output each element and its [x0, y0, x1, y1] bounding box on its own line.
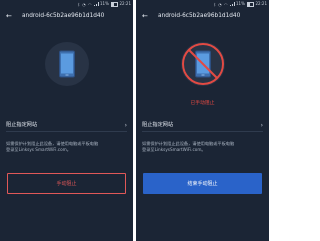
- end-manual-block-button[interactable]: 结束手动阻止: [143, 173, 262, 194]
- block-websites-row[interactable]: 阻止指定网站 ›: [6, 120, 127, 132]
- block-websites-row[interactable]: 阻止指定网站 ›: [142, 120, 263, 132]
- comparison-frame: ᛒ ◔ ◠ 11% 22:21 ← android-6c5b2ae96b1d1d…: [0, 0, 271, 241]
- battery-icon: [247, 1, 255, 7]
- bluetooth-icon: ᛒ: [213, 1, 216, 7]
- device-name-title: android-6c5b2ae96b1d1d40: [158, 13, 241, 19]
- status-time: 22:21: [119, 1, 131, 6]
- schedule-description: 如需保护计划阻止此设备，请使用电脑或平板电脑 登录至LinksysSmartWi…: [142, 141, 263, 153]
- back-arrow-icon[interactable]: ←: [6, 10, 12, 22]
- battery-icon: [111, 1, 119, 7]
- signal-icon: [93, 2, 99, 6]
- phone-icon: [45, 42, 89, 86]
- blocked-status-label: 已手动阻止: [190, 101, 215, 106]
- alarm-icon: ◔: [82, 1, 86, 7]
- schedule-description: 如需保护计划阻止此设备，请使用电脑或平板电脑 登录至Linksys SmartW…: [6, 141, 127, 153]
- device-illustration: [44, 41, 90, 87]
- wifi-icon: ◠: [87, 1, 92, 7]
- status-bar: ᛒ ◔ ◠ 11% 22:21: [0, 0, 133, 7]
- device-name-title: android-6c5b2ae96b1d1d40: [22, 13, 105, 19]
- battery-percent: 11%: [100, 1, 109, 6]
- chevron-right-icon: ›: [260, 122, 263, 129]
- chevron-right-icon: ›: [124, 122, 127, 129]
- device-detail-screen-blocked: ᛒ ◔ ◠ 11% 22:21 ← android-6c5b2ae96b1d1d…: [136, 0, 269, 241]
- device-illustration-blocked: [180, 41, 226, 87]
- description-line: 登录至Linksys SmartWiFi.com。: [6, 147, 71, 152]
- block-websites-label: 阻止指定网站: [142, 122, 174, 128]
- status-icons: ᛒ ◔ ◠ 11% 22:21: [76, 0, 131, 8]
- block-websites-label: 阻止指定网站: [6, 122, 38, 128]
- bluetooth-icon: ᛒ: [77, 1, 80, 7]
- status-icons: ᛒ ◔ ◠ 11% 22:21: [212, 0, 267, 8]
- back-arrow-icon[interactable]: ←: [142, 10, 148, 22]
- app-bar: ← android-6c5b2ae96b1d1d40: [136, 10, 269, 22]
- status-bar: ᛒ ◔ ◠ 11% 22:21: [136, 0, 269, 7]
- alarm-icon: ◔: [218, 1, 222, 7]
- battery-percent: 11%: [236, 1, 245, 6]
- app-bar: ← android-6c5b2ae96b1d1d40: [0, 10, 133, 22]
- status-time: 22:21: [255, 1, 267, 6]
- device-detail-screen-allowed: ᛒ ◔ ◠ 11% 22:21 ← android-6c5b2ae96b1d1d…: [0, 0, 133, 241]
- signal-icon: [229, 2, 235, 6]
- manual-block-button[interactable]: 手动阻止: [7, 173, 126, 194]
- wifi-icon: ◠: [223, 1, 228, 7]
- blocked-phone-icon: [181, 42, 225, 86]
- description-line: 登录至LinksysSmartWiFi.com。: [142, 147, 206, 152]
